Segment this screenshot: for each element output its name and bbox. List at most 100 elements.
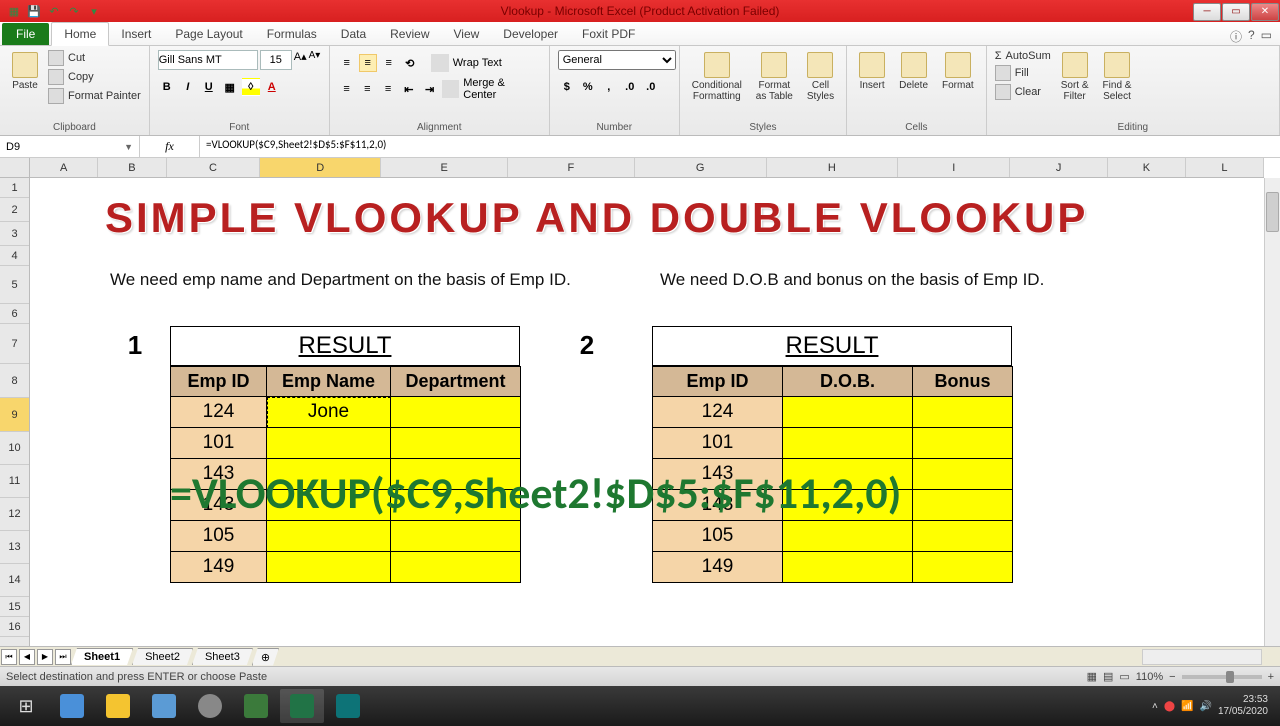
row-header-5[interactable]: 5 — [0, 266, 29, 304]
format-painter-button[interactable]: Format Painter — [48, 88, 141, 104]
tray-vol-icon[interactable]: 🔊 — [1199, 701, 1211, 712]
row-header-7[interactable]: 7 — [0, 324, 29, 364]
sheet-tab-3[interactable]: Sheet3 — [192, 648, 253, 665]
system-tray[interactable]: ˄ ⬤ 📶 🔊 23:53 17/05/2020 — [1152, 694, 1276, 718]
conditional-formatting-button[interactable]: Conditional Formatting — [688, 50, 746, 104]
font-size-select[interactable] — [260, 50, 292, 70]
col-header-C[interactable]: C — [167, 158, 261, 177]
font-color-button[interactable]: A — [263, 78, 281, 96]
zoom-in-button[interactable]: + — [1268, 671, 1274, 683]
autosum-button[interactable]: ΣAutoSum — [995, 50, 1051, 62]
close-button[interactable]: ✕ — [1251, 3, 1279, 21]
start-button[interactable]: ⊞ — [4, 689, 48, 723]
comma-icon[interactable]: , — [600, 78, 618, 96]
zoom-level[interactable]: 110% — [1136, 671, 1163, 683]
accounting-icon[interactable]: $ — [558, 78, 576, 96]
minimize-ribbon-icon[interactable]: ⓘ — [1230, 28, 1242, 45]
col-header-G[interactable]: G — [635, 158, 767, 177]
tray-chevron-icon[interactable]: ˄ — [1152, 701, 1158, 712]
select-all-button[interactable] — [0, 158, 30, 178]
align-left-icon[interactable]: ≡ — [338, 80, 356, 98]
col-header-I[interactable]: I — [898, 158, 1010, 177]
sheet-tab-1[interactable]: Sheet1 — [71, 648, 133, 665]
row-header-4[interactable]: 4 — [0, 246, 29, 266]
qat-more-icon[interactable]: ▾ — [86, 3, 102, 19]
view-layout-icon[interactable]: ▤ — [1103, 670, 1113, 683]
indent-inc-icon[interactable]: ⇥ — [421, 80, 439, 98]
tab-developer[interactable]: Developer — [491, 23, 570, 45]
row-header-10[interactable]: 10 — [0, 432, 29, 465]
fill-button[interactable]: Fill — [995, 65, 1051, 81]
col-header-B[interactable]: B — [98, 158, 166, 177]
col-header-F[interactable]: F — [508, 158, 635, 177]
indent-dec-icon[interactable]: ⇤ — [400, 80, 418, 98]
sheet-tab-2[interactable]: Sheet2 — [132, 648, 193, 665]
align-top-icon[interactable]: ≡ — [338, 54, 356, 72]
row-headers[interactable]: 12345678910111213141516 — [0, 158, 30, 646]
formula-input[interactable]: =VLOOKUP($C9,Sheet2!$D$5:$F$11,2,0) — [200, 136, 1280, 157]
tab-data[interactable]: Data — [329, 23, 378, 45]
col-header-E[interactable]: E — [381, 158, 508, 177]
row-header-9[interactable]: 9 — [0, 398, 29, 432]
cut-button[interactable]: Cut — [48, 50, 141, 66]
shrink-font-icon[interactable]: A▾ — [309, 50, 321, 70]
new-sheet-button[interactable]: ⊕ — [252, 648, 279, 666]
ribbon-opts-icon[interactable]: ▭ — [1261, 28, 1272, 45]
redo-icon[interactable]: ↷ — [66, 3, 82, 19]
tray-net-icon[interactable]: 📶 — [1181, 701, 1193, 712]
view-pagebreak-icon[interactable]: ▭ — [1119, 670, 1129, 683]
bold-button[interactable]: B — [158, 78, 176, 96]
taskbar-app-3[interactable] — [142, 689, 186, 723]
row-header-12[interactable]: 12 — [0, 498, 29, 531]
row-header-3[interactable]: 3 — [0, 222, 29, 246]
taskbar-app-1[interactable] — [50, 689, 94, 723]
align-bottom-icon[interactable]: ≡ — [380, 54, 398, 72]
find-select-button[interactable]: Find & Select — [1099, 50, 1136, 104]
insert-cells-button[interactable]: Insert — [855, 50, 889, 93]
sort-filter-button[interactable]: Sort & Filter — [1057, 50, 1093, 104]
delete-cells-button[interactable]: Delete — [895, 50, 932, 93]
taskbar-app-7[interactable] — [326, 689, 370, 723]
paste-button[interactable]: Paste — [8, 50, 42, 93]
undo-icon[interactable]: ↶ — [46, 3, 62, 19]
view-normal-icon[interactable]: ▦ — [1087, 670, 1097, 683]
help-icon[interactable]: ? — [1248, 28, 1255, 45]
column-headers[interactable]: ABCDEFGHIJKL — [30, 158, 1264, 178]
border-button[interactable]: ▦ — [221, 78, 239, 96]
save-icon[interactable]: 💾 — [26, 3, 42, 19]
row-header-14[interactable]: 14 — [0, 564, 29, 597]
wrap-text-button[interactable]: Wrap Text — [452, 54, 503, 72]
cells-area[interactable]: SIMPLE VLOOKUP AND DOUBLE VLOOKUP We nee… — [30, 178, 1264, 646]
zoom-slider[interactable] — [1182, 675, 1262, 679]
row-header-6[interactable]: 6 — [0, 304, 29, 324]
taskbar-app-5[interactable] — [234, 689, 278, 723]
col-header-H[interactable]: H — [767, 158, 899, 177]
align-center-icon[interactable]: ≡ — [359, 80, 377, 98]
orientation-icon[interactable]: ⟲ — [401, 54, 419, 72]
sheet-nav-last[interactable]: ⏭ — [55, 649, 71, 665]
taskbar-app-4[interactable] — [188, 689, 232, 723]
sheet-nav-prev[interactable]: ◀ — [19, 649, 35, 665]
row-header-11[interactable]: 11 — [0, 465, 29, 498]
tab-insert[interactable]: Insert — [109, 23, 163, 45]
taskbar-app-2[interactable] — [96, 689, 140, 723]
minimize-button[interactable]: ─ — [1193, 3, 1221, 21]
name-box[interactable]: D9 ▼ — [0, 136, 140, 157]
row-header-13[interactable]: 13 — [0, 531, 29, 564]
col-header-L[interactable]: L — [1186, 158, 1264, 177]
tab-review[interactable]: Review — [378, 23, 441, 45]
italic-button[interactable]: I — [179, 78, 197, 96]
format-cells-button[interactable]: Format — [938, 50, 978, 93]
maximize-button[interactable]: ▭ — [1222, 3, 1250, 21]
scrollbar-thumb[interactable] — [1266, 192, 1279, 232]
copy-button[interactable]: Copy — [48, 69, 141, 85]
taskbar-clock[interactable]: 23:53 17/05/2020 — [1218, 694, 1268, 718]
tab-page-layout[interactable]: Page Layout — [163, 23, 254, 45]
dec-decimal-icon[interactable]: .0 — [642, 78, 660, 96]
file-tab[interactable]: File — [2, 23, 49, 45]
number-format-select[interactable]: General — [558, 50, 676, 70]
col-header-J[interactable]: J — [1010, 158, 1108, 177]
zoom-out-button[interactable]: − — [1169, 671, 1175, 683]
sheet-nav-first[interactable]: ⏮ — [1, 649, 17, 665]
row-header-8[interactable]: 8 — [0, 364, 29, 398]
